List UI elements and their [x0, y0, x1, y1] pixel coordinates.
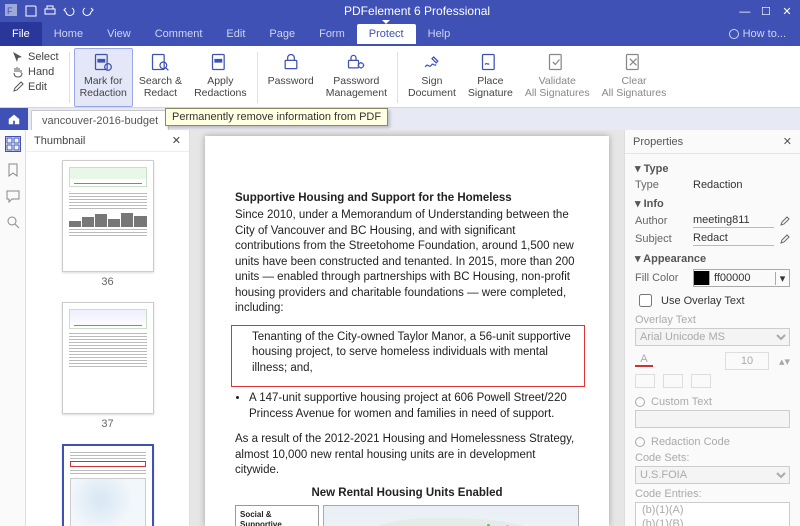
left-panel-strip: [0, 130, 26, 526]
menu-home[interactable]: Home: [42, 24, 95, 44]
select-tools: Select Hand Edit: [6, 48, 65, 107]
thumbnail-panel: Thumbnail✕ — 36 37 38: [26, 130, 190, 526]
bullet-powell: A 147-unit supportive housing project at…: [249, 391, 579, 422]
menu-help[interactable]: Help: [416, 24, 463, 44]
pin-icon: [729, 29, 739, 39]
tool-hand[interactable]: Hand: [10, 65, 61, 79]
svg-text:F: F: [7, 6, 13, 16]
edit-icon[interactable]: [780, 234, 790, 244]
section-info[interactable]: Info: [635, 193, 790, 212]
map-block: Social & Supportive Completed Under Cons…: [235, 505, 579, 526]
properties-title: Properties: [633, 136, 683, 148]
edit-icon[interactable]: [780, 216, 790, 226]
menu-edit[interactable]: Edit: [214, 24, 257, 44]
close-icon[interactable]: ✕: [778, 5, 796, 18]
panel-comments-icon[interactable]: [5, 188, 21, 204]
menu-page[interactable]: Page: [257, 24, 307, 44]
print-icon[interactable]: [44, 5, 56, 17]
document-tabs: vancouver-2016-budget: [0, 108, 800, 130]
redo-icon[interactable]: [82, 5, 94, 17]
tool-select[interactable]: Select: [10, 50, 61, 64]
undo-icon[interactable]: [63, 5, 75, 17]
radio-custom-text[interactable]: [635, 397, 645, 407]
howto-link[interactable]: How to...: [729, 28, 796, 40]
titlebar: F PDFelement 6 Professional — ☐ ✕: [0, 0, 800, 22]
doc-tab[interactable]: vancouver-2016-budget: [31, 110, 169, 130]
panel-search-icon[interactable]: [5, 214, 21, 230]
menubar: File Home View Comment Edit Page Form Pr…: [0, 22, 800, 46]
document-view[interactable]: Supportive Housing and Support for the H…: [190, 130, 624, 526]
btn-sign-document[interactable]: SignDocument: [402, 48, 462, 107]
font-size-field[interactable]: 10: [725, 352, 769, 370]
type-value: Redaction: [693, 179, 743, 191]
align-right-icon[interactable]: [691, 374, 711, 388]
body: Thumbnail✕ — 36 37 38 Supportive Housin: [0, 130, 800, 526]
app-window: F PDFelement 6 Professional — ☐ ✕ File H…: [0, 0, 800, 526]
stepper-icon[interactable]: ▴▾: [779, 355, 790, 368]
para-intro: Since 2010, under a Memorandum of Unders…: [235, 208, 579, 317]
heading-map: New Rental Housing Units Enabled: [235, 487, 579, 499]
menu-view[interactable]: View: [95, 24, 143, 44]
qat: F: [4, 3, 98, 20]
btn-password[interactable]: Password: [262, 48, 320, 107]
tooltip-apply-redactions: Permanently remove information from PDF: [165, 108, 388, 126]
chevron-down-icon[interactable]: ▾: [775, 272, 789, 285]
btn-password-management[interactable]: PasswordManagement: [320, 48, 393, 107]
thumb-36[interactable]: — 36: [38, 160, 177, 288]
btn-clear-signatures[interactable]: ClearAll Signatures: [596, 48, 673, 107]
tool-edit[interactable]: Edit: [10, 80, 61, 94]
map-legend: Social & Supportive Completed Under Cons…: [235, 505, 319, 526]
thumbnail-header: Thumbnail✕: [26, 130, 189, 152]
code-sets-select[interactable]: U.S.FOIA: [635, 466, 790, 484]
section-type[interactable]: Type: [635, 158, 790, 177]
overlay-text-checkbox[interactable]: [639, 294, 652, 307]
minimize-icon[interactable]: —: [736, 6, 754, 18]
btn-mark-redaction[interactable]: Mark forRedaction: [74, 48, 133, 107]
radio-redaction-code[interactable]: [635, 437, 645, 447]
thumbnail-close-icon[interactable]: ✕: [172, 134, 181, 147]
custom-text-input[interactable]: [635, 410, 790, 428]
thumb-37[interactable]: 37: [38, 302, 177, 430]
panel-bookmarks-icon[interactable]: [5, 162, 21, 178]
ribbon: Select Hand Edit Mark forRedaction Searc…: [0, 46, 800, 108]
maximize-icon[interactable]: ☐: [757, 5, 775, 18]
btn-search-redact[interactable]: Search &Redact: [133, 48, 188, 107]
menu-form[interactable]: Form: [307, 24, 357, 44]
align-left-icon[interactable]: [635, 374, 655, 388]
subject-field[interactable]: Redact: [693, 232, 774, 246]
author-field[interactable]: meeting811: [693, 214, 774, 228]
home-tab-icon[interactable]: [0, 108, 28, 130]
save-icon[interactable]: [25, 5, 37, 17]
align-center-icon[interactable]: [663, 374, 683, 388]
thumb-38[interactable]: 38: [38, 444, 177, 526]
para-result: As a result of the 2012-2021 Housing and…: [235, 432, 579, 479]
heading-supportive-housing: Supportive Housing and Support for the H…: [235, 192, 579, 204]
fill-color-field[interactable]: ff00000▾: [693, 269, 790, 287]
menu-comment[interactable]: Comment: [143, 24, 215, 44]
menu-file[interactable]: File: [0, 22, 42, 46]
btn-validate-signatures[interactable]: ValidateAll Signatures: [519, 48, 596, 107]
map-graphic: document.write(Array.from({length:130},(…: [323, 505, 579, 526]
overlay-font-select[interactable]: Arial Unicode MS: [635, 328, 790, 346]
btn-apply-redactions[interactable]: ApplyRedactions: [188, 48, 253, 107]
font-color-icon[interactable]: A: [635, 355, 653, 367]
code-entries-list[interactable]: (b)(1)(A) (b)(1)(B) (b)(2) (b)(3)(A): [635, 502, 790, 526]
panel-thumbnails-icon[interactable]: [5, 136, 21, 152]
section-appearance[interactable]: Appearance: [635, 248, 790, 267]
menu-protect[interactable]: Protect: [357, 24, 416, 44]
redaction-mark[interactable]: Tenanting of the City-owned Taylor Manor…: [231, 325, 585, 388]
app-icon: F: [4, 3, 18, 17]
properties-panel: Properties✕ Type TypeRedaction Info Auth…: [624, 130, 800, 526]
window-controls: — ☐ ✕: [736, 5, 796, 18]
page-38: Supportive Housing and Support for the H…: [205, 136, 609, 526]
btn-place-signature[interactable]: PlaceSignature: [462, 48, 519, 107]
properties-close-icon[interactable]: ✕: [783, 135, 792, 148]
window-title: PDFelement 6 Professional: [98, 4, 736, 18]
